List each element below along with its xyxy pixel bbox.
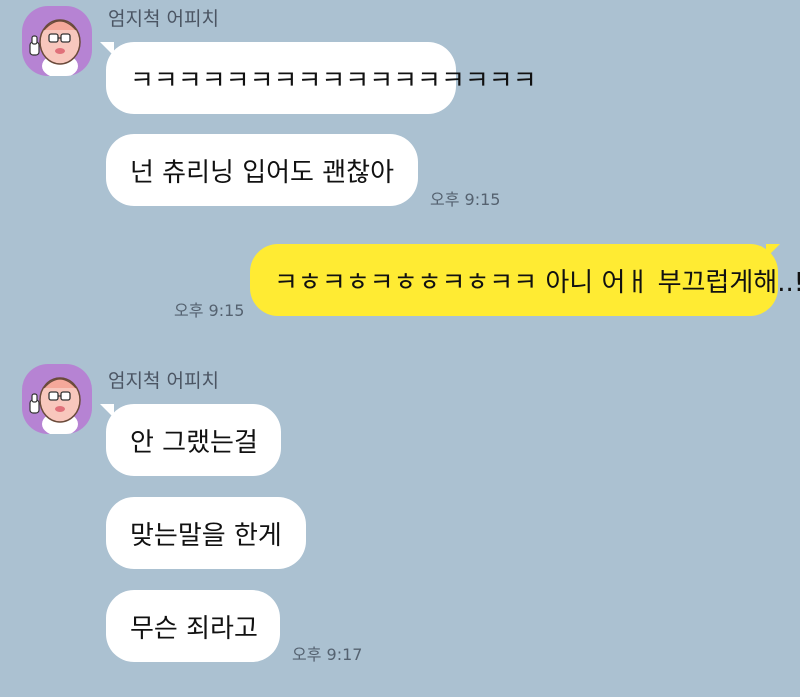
message-bubble[interactable]: ㅋㅎㅋㅎㅋㅎㅎㅋㅎㅋㅋ 아니 어ㅐ 부끄럽게해..!! [250, 244, 800, 316]
message-bubble[interactable]: 맞는말을 한게 [106, 497, 306, 569]
sender-name: 엄지척 어피치 [108, 370, 219, 392]
apeach-avatar-icon[interactable] [22, 364, 92, 434]
message-time: 오후 9:15 [174, 301, 245, 320]
sender-name: 엄지척 어피치 [108, 8, 219, 30]
message-time: 오후 9:17 [292, 645, 363, 664]
message-bubble[interactable]: ㅋㅋㅋㅋㅋㅋㅋㅋㅋㅋㅋㅋㅋㅋㅋㅋㅋ [106, 42, 537, 114]
message-time: 오후 9:15 [430, 190, 501, 209]
message-bubble[interactable]: 안 그랬는걸 [106, 404, 281, 476]
message-bubble[interactable]: 넌 츄리닝 입어도 괜찮아 [106, 134, 418, 206]
apeach-avatar-icon[interactable] [22, 6, 92, 76]
message-bubble[interactable]: 무슨 죄라고 [106, 590, 280, 662]
